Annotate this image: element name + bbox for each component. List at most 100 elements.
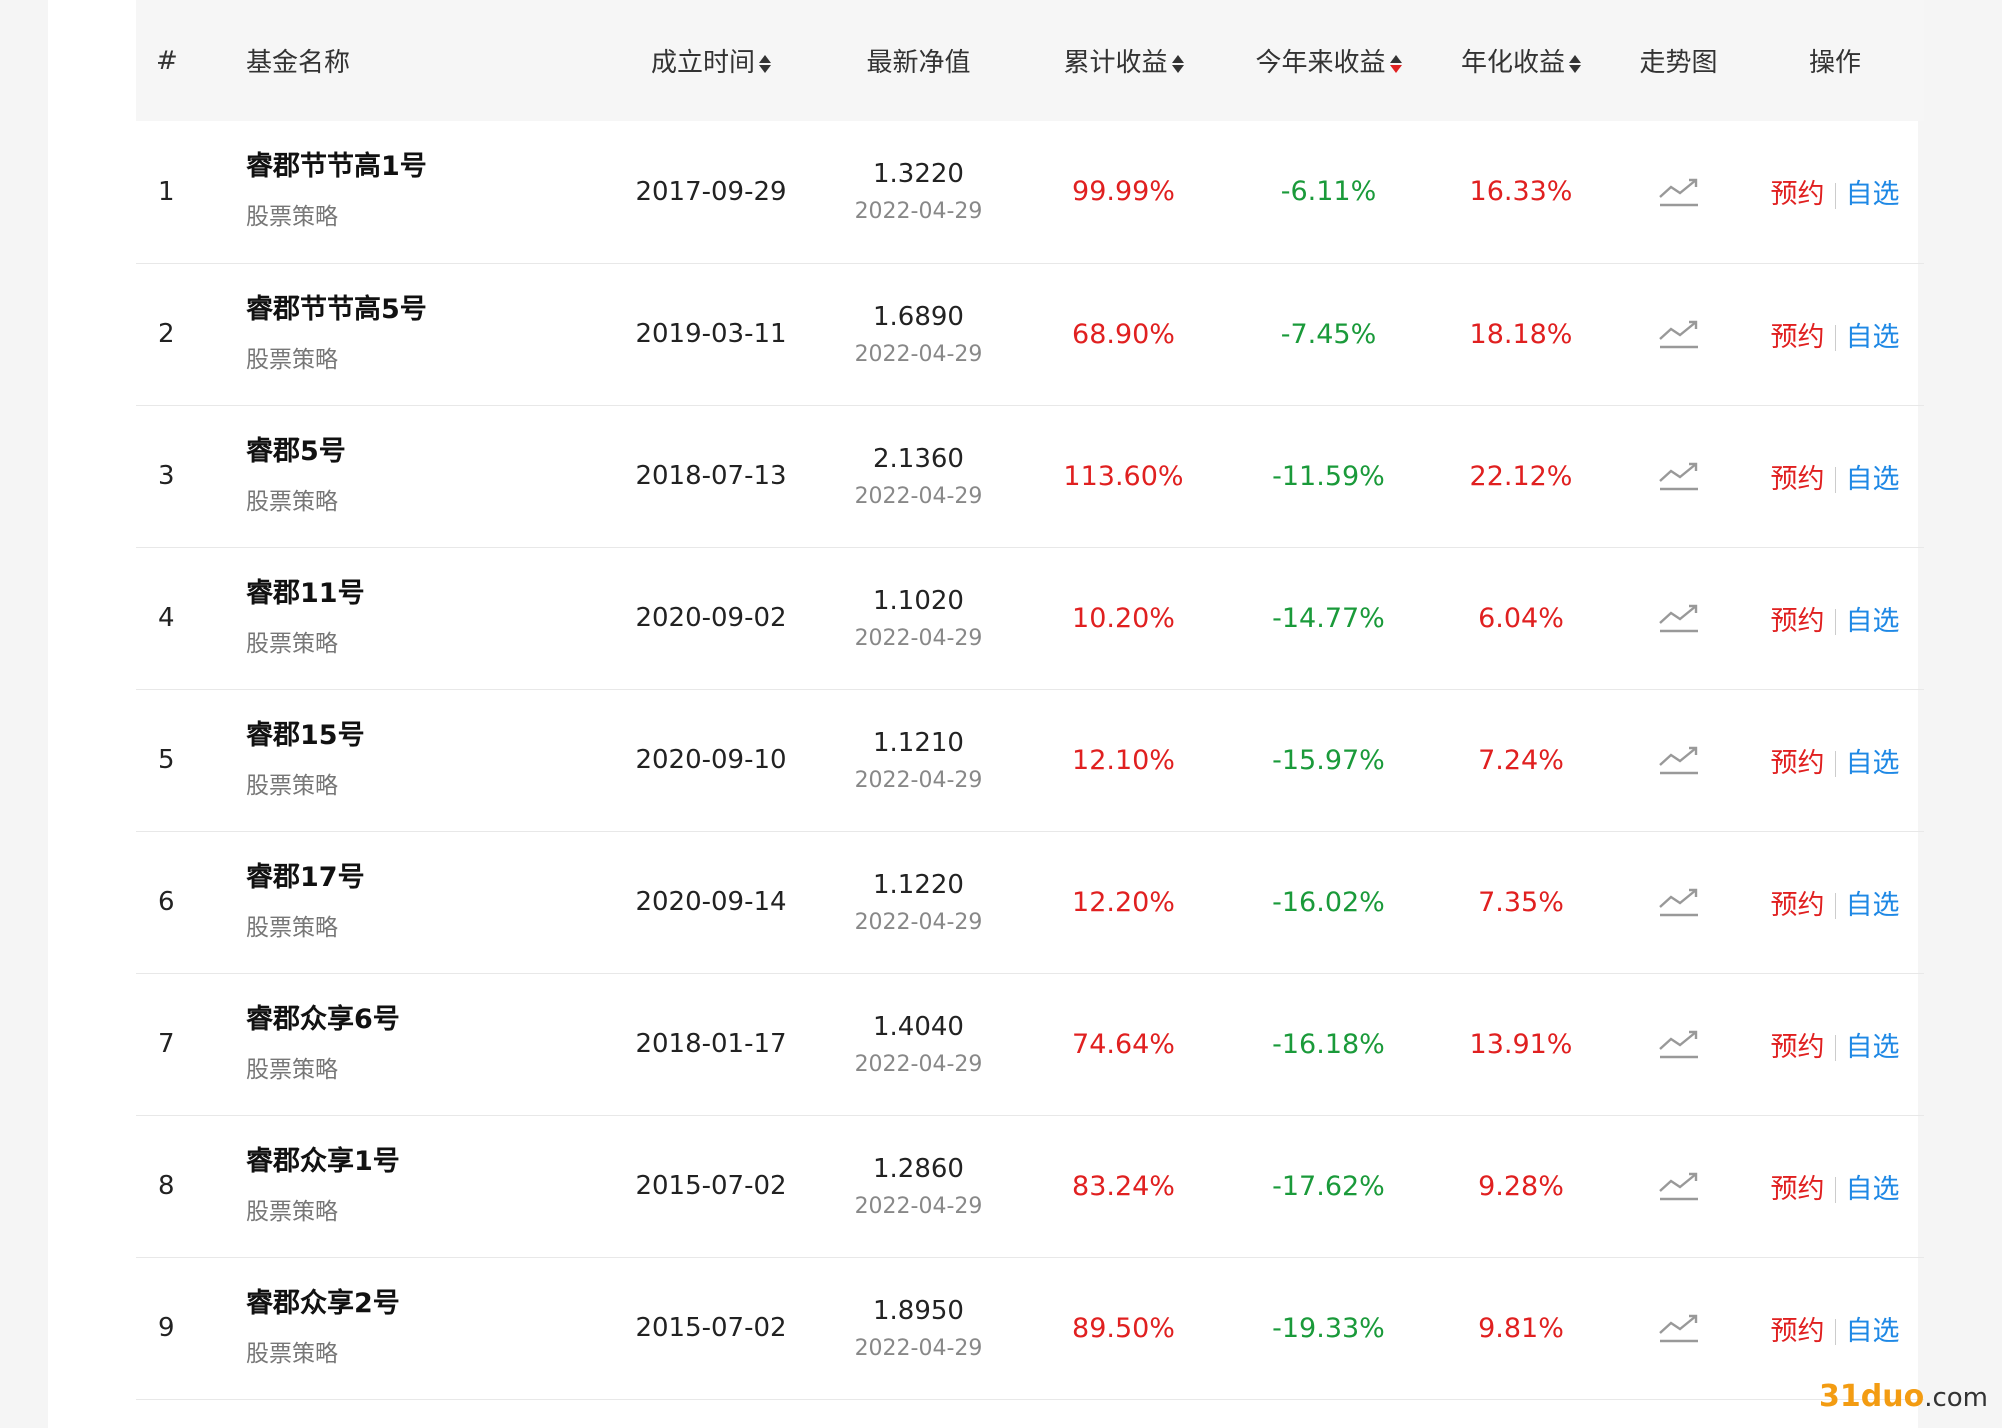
row-index-value: 4 (158, 603, 175, 633)
actions-cell: 预约 自选 (1746, 831, 1924, 973)
header-established[interactable]: 成立时间 (606, 0, 816, 121)
cumulative-return: 68.90% (1072, 318, 1175, 350)
table-header: # 基金名称 成立时间 最新净值 累计收益 今年来收益 年化收益 走势图 操作 (136, 0, 1924, 121)
sort-icon[interactable] (1569, 54, 1581, 74)
reserve-button[interactable]: 预约 (1771, 1316, 1825, 1347)
trend-chart-icon[interactable] (1658, 1171, 1700, 1201)
trend-cell (1611, 121, 1746, 263)
cumulative-cell: 83.24% (1021, 1115, 1226, 1257)
reserve-button[interactable]: 预约 (1771, 1174, 1825, 1205)
fund-type: 股票策略 (246, 630, 338, 657)
established-cell: 2015-07-02 (606, 1115, 816, 1257)
watchlist-button[interactable]: 自选 (1846, 1032, 1900, 1063)
watchlist-button[interactable]: 自选 (1846, 748, 1900, 779)
fund-name[interactable]: 睿郡众享1号 (246, 1139, 606, 1178)
fund-name[interactable]: 睿郡11号 (246, 571, 606, 610)
annualized-cell: 22.12% (1431, 405, 1611, 547)
trend-chart-icon[interactable] (1658, 461, 1700, 491)
table-row[interactable]: 2 睿郡节节高5号 股票策略 2019-03-11 1.6890 2022-04… (136, 263, 1924, 405)
actions-cell: 预约 自选 (1746, 1257, 1924, 1399)
cumulative-return: 10.20% (1072, 602, 1175, 634)
watchlist-button[interactable]: 自选 (1846, 1316, 1900, 1347)
reserve-button[interactable]: 预约 (1771, 606, 1825, 637)
reserve-button[interactable]: 预约 (1771, 179, 1825, 210)
nav-date: 2022-04-29 (854, 625, 983, 651)
trend-chart-icon[interactable] (1658, 745, 1700, 775)
table-row[interactable]: 4 睿郡11号 股票策略 2020-09-02 1.1020 2022-04-2… (136, 547, 1924, 689)
nav-value: 1.1020 (873, 585, 964, 616)
header-index: # (156, 45, 178, 76)
ytd-cell: -11.59% (1226, 405, 1431, 547)
header-ytd[interactable]: 今年来收益 (1226, 0, 1431, 121)
row-index: 4 (136, 547, 246, 689)
ytd-return: -16.02% (1272, 886, 1385, 918)
fund-name-cell: 睿郡众享1号 股票策略 (246, 1115, 606, 1257)
annualized-cell: 7.24% (1431, 689, 1611, 831)
watchlist-button[interactable]: 自选 (1846, 890, 1900, 921)
established-date: 2017-09-29 (635, 176, 787, 207)
reserve-button[interactable]: 预约 (1771, 464, 1825, 495)
annualized-return: 9.81% (1478, 1312, 1564, 1344)
reserve-button[interactable]: 预约 (1771, 1032, 1825, 1063)
fund-name[interactable]: 睿郡节节高1号 (246, 144, 606, 183)
reserve-button[interactable]: 预约 (1771, 322, 1825, 353)
table-row[interactable]: 7 睿郡众享6号 股票策略 2018-01-17 1.4040 2022-04-… (136, 973, 1924, 1115)
cumulative-return: 74.64% (1072, 1028, 1175, 1060)
fund-name[interactable]: 睿郡众享6号 (246, 997, 606, 1036)
actions-cell: 预约 自选 (1746, 405, 1924, 547)
trend-chart-icon[interactable] (1658, 887, 1700, 917)
trend-chart-icon[interactable] (1658, 319, 1700, 349)
established-cell: 2019-03-11 (606, 263, 816, 405)
watchlist-button[interactable]: 自选 (1846, 606, 1900, 637)
trend-chart-icon[interactable] (1658, 1313, 1700, 1343)
fund-name[interactable]: 睿郡众享2号 (246, 1281, 606, 1320)
fund-name[interactable]: 睿郡15号 (246, 713, 606, 752)
annualized-cell: 16.33% (1431, 121, 1611, 263)
table-row[interactable]: 9 睿郡众享2号 股票策略 2015-07-02 1.8950 2022-04-… (136, 1257, 1924, 1399)
cumulative-return: 12.20% (1072, 886, 1175, 918)
established-cell: 2018-07-13 (606, 405, 816, 547)
fund-type: 股票策略 (246, 346, 338, 373)
ytd-cell: -16.02% (1226, 831, 1431, 973)
header-annualized-label: 年化收益 (1460, 48, 1565, 78)
annualized-cell: 7.35% (1431, 831, 1611, 973)
watchlist-button[interactable]: 自选 (1846, 1174, 1900, 1205)
fund-name[interactable]: 睿郡5号 (246, 429, 606, 468)
sort-icon[interactable] (1171, 54, 1184, 74)
header-annualized[interactable]: 年化收益 (1431, 0, 1611, 121)
nav-cell: 1.8950 2022-04-29 (816, 1257, 1021, 1399)
table-row[interactable]: 5 睿郡15号 股票策略 2020-09-10 1.1210 2022-04-2… (136, 689, 1924, 831)
watchlist-button[interactable]: 自选 (1846, 464, 1900, 495)
row-index: 6 (136, 831, 246, 973)
trend-cell (1611, 405, 1746, 547)
watchlist-button[interactable]: 自选 (1846, 322, 1900, 353)
table-row[interactable]: 8 睿郡众享1号 股票策略 2015-07-02 1.2860 2022-04-… (136, 1115, 1924, 1257)
header-actions: 操作 (1808, 48, 1861, 78)
table-row[interactable]: 3 睿郡5号 股票策略 2018-07-13 2.1360 2022-04-29… (136, 405, 1924, 547)
sort-icon[interactable] (759, 54, 771, 74)
established-date: 2015-07-02 (635, 1171, 787, 1201)
fund-name[interactable]: 睿郡节节高5号 (246, 287, 606, 326)
trend-chart-icon[interactable] (1658, 176, 1700, 206)
action-divider (1834, 609, 1836, 635)
reserve-button[interactable]: 预约 (1771, 890, 1825, 921)
watermark-suffix: .com (1924, 1383, 1988, 1413)
row-index-value: 6 (158, 887, 175, 917)
ytd-cell: -15.97% (1226, 689, 1431, 831)
header-cumulative[interactable]: 累计收益 (1021, 0, 1226, 121)
watchlist-button[interactable]: 自选 (1846, 179, 1900, 210)
fund-name[interactable]: 睿郡17号 (246, 855, 606, 894)
table-row[interactable]: 6 睿郡17号 股票策略 2020-09-14 1.1220 2022-04-2… (136, 831, 1924, 973)
nav-value: 1.8950 (873, 1295, 964, 1326)
annualized-return: 7.35% (1478, 886, 1564, 918)
cumulative-cell: 12.20% (1021, 831, 1226, 973)
table-row[interactable]: 1 睿郡节节高1号 股票策略 2017-09-29 1.3220 2022-04… (136, 121, 1924, 263)
established-cell: 2020-09-14 (606, 831, 816, 973)
row-index-value: 1 (158, 176, 175, 207)
cumulative-return: 12.10% (1072, 744, 1175, 776)
trend-chart-icon[interactable] (1658, 603, 1700, 633)
actions-cell: 预约 自选 (1746, 973, 1924, 1115)
sort-icon[interactable] (1389, 54, 1402, 74)
trend-chart-icon[interactable] (1658, 1029, 1700, 1059)
reserve-button[interactable]: 预约 (1771, 748, 1825, 779)
